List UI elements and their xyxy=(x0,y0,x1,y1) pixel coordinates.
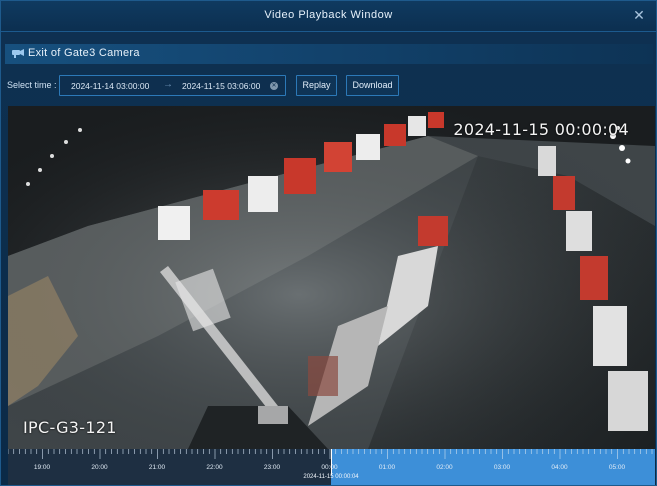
timeline-current-time: 2024-11-15 00:00:04 xyxy=(303,474,359,480)
timeline-hour-label: 02:00 xyxy=(436,464,453,471)
timeline-hour-label: 22:00 xyxy=(206,464,223,471)
playback-timeline[interactable]: 19:00 20:00 21:00 22:00 23:00 00:00 01:00 02:00… xyxy=(8,449,655,485)
time-range-picker[interactable]: 2024-11-14 03:00:00 → 2024-11-15 03:06:0… xyxy=(59,75,286,96)
timeline-cursor[interactable] xyxy=(331,449,332,475)
time-filter: Select time : 2024-11-14 03:00:00 → 2024… xyxy=(7,75,647,97)
video-player[interactable]: 2024-11-15 00:00:04 IPC-G3-121 xyxy=(8,106,655,449)
timeline-hour-label: 01:00 xyxy=(378,464,396,471)
timeline-hour-label: 03:00 xyxy=(493,464,511,471)
range-arrow-icon: → xyxy=(163,79,173,90)
camera-title: Exit of Gate3 Camera xyxy=(28,47,140,59)
timeline-hour-label: 23:00 xyxy=(263,464,281,471)
title-bar: Video Playback Window ✕ xyxy=(1,1,656,32)
timeline-hour-label: 00:00 xyxy=(321,464,338,471)
video-frame xyxy=(8,106,655,449)
download-button[interactable]: Download xyxy=(346,75,399,96)
end-time[interactable]: 2024-11-15 03:06:00 xyxy=(182,81,260,91)
camera-id: IPC-G3-121 xyxy=(23,418,117,437)
clear-icon[interactable]: ✕ xyxy=(270,82,278,90)
start-time[interactable]: 2024-11-14 03:00:00 xyxy=(71,81,149,91)
camera-section-header: Exit of Gate3 Camera xyxy=(5,44,653,64)
timeline-hour-label: 04:00 xyxy=(551,464,568,471)
timeline-hour-label: 19:00 xyxy=(33,464,51,471)
select-time-label: Select time : xyxy=(7,80,57,90)
camera-icon xyxy=(12,49,24,58)
replay-button[interactable]: Replay xyxy=(296,75,337,96)
timeline-hour-label: 05:00 xyxy=(608,464,626,471)
playback-window: Video Playback Window ✕ Exit of Gate3 Ca… xyxy=(0,0,657,486)
timeline-hour-label: 21:00 xyxy=(148,464,166,471)
close-icon[interactable]: ✕ xyxy=(631,7,647,23)
video-timestamp: 2024-11-15 00:00:04 xyxy=(453,120,629,139)
timeline-hour-label: 20:00 xyxy=(91,464,108,471)
window-title: Video Playback Window xyxy=(264,9,393,21)
